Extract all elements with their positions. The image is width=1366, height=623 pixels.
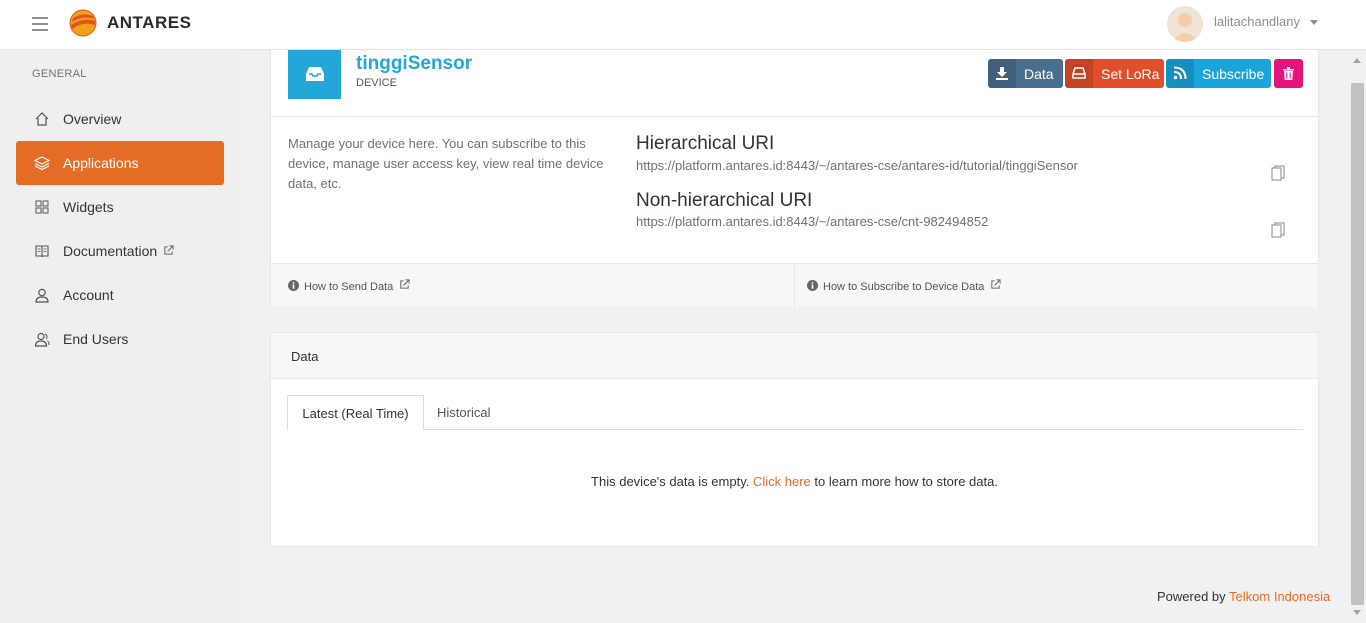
layers-icon	[34, 156, 50, 171]
brand-name[interactable]: ANTARES	[107, 13, 191, 33]
chevron-down-icon[interactable]	[1310, 20, 1318, 25]
info-icon	[807, 280, 818, 291]
delete-button[interactable]	[1274, 59, 1303, 88]
data-card-header: Data	[271, 333, 1318, 379]
tab-latest[interactable]: Latest (Real Time)	[287, 395, 424, 430]
scroll-down-icon[interactable]	[1353, 610, 1361, 615]
device-tile	[288, 50, 341, 99]
data-card-title: Data	[291, 349, 319, 364]
scrollbar-thumb[interactable]	[1351, 83, 1364, 605]
how-to-subscribe-link[interactable]: How to Subscribe to Device Data	[807, 279, 1002, 293]
set-lora-button[interactable]: Set LoRa	[1065, 59, 1164, 88]
external-link-icon	[400, 279, 410, 289]
data-card: Data Latest (Real Time) Historical This …	[270, 332, 1319, 547]
sidebar-item-end-users[interactable]: End Users	[16, 317, 224, 361]
download-icon	[996, 67, 1008, 80]
trash-icon	[1283, 67, 1294, 80]
nonhierarchical-uri-title: Non-hierarchical URI	[636, 190, 813, 211]
sidebar-heading: GENERAL	[32, 68, 87, 80]
book-icon	[35, 245, 49, 258]
copy-icon[interactable]	[1271, 222, 1285, 238]
click-here-link[interactable]: Click here	[753, 474, 811, 489]
top-bar: ANTARES lalitachandlany	[0, 0, 1366, 50]
sidebar-item-overview[interactable]: Overview	[16, 97, 224, 141]
hierarchical-uri-value[interactable]: https://platform.antares.id:8443/~/antar…	[636, 158, 1078, 173]
device-description: Manage your device here. You can subscri…	[288, 136, 604, 191]
sidebar-item-label: Account	[63, 287, 114, 303]
grid-icon	[35, 200, 49, 214]
tab-historical[interactable]: Historical	[437, 395, 517, 430]
username[interactable]: lalitachandlany	[1214, 14, 1300, 29]
telkom-indonesia-link[interactable]: Telkom Indonesia	[1229, 589, 1330, 604]
menu-toggle-icon[interactable]	[32, 17, 48, 31]
device-type-label: DEVICE	[356, 77, 397, 89]
footer: Powered by Telkom Indonesia	[1157, 589, 1331, 604]
antares-logo-icon[interactable]	[69, 9, 97, 37]
copy-icon[interactable]	[1271, 165, 1285, 181]
sidebar-item-applications[interactable]: Applications	[16, 141, 224, 185]
sidebar-item-label: Overview	[63, 111, 122, 127]
sidebar-item-label: End Users	[63, 331, 129, 347]
info-icon	[288, 280, 299, 291]
external-link-icon	[164, 245, 174, 255]
users-icon	[34, 332, 50, 347]
empty-data-message: This device's data is empty. Click here …	[591, 474, 998, 489]
inbox-icon	[306, 67, 324, 81]
nonhierarchical-uri-value[interactable]: https://platform.antares.id:8443/~/antar…	[636, 214, 988, 229]
sidebar-item-label: Documentation	[63, 243, 174, 259]
data-button[interactable]: Data	[988, 59, 1063, 88]
rss-icon	[1173, 66, 1187, 80]
user-icon	[35, 288, 49, 303]
sidebar: GENERAL Overview Applications Widgets Do…	[0, 51, 240, 623]
sidebar-item-account[interactable]: Account	[16, 273, 224, 317]
scroll-up-icon[interactable]	[1353, 58, 1361, 63]
external-link-icon	[991, 279, 1002, 289]
hdd-icon	[1072, 67, 1086, 79]
home-icon	[35, 112, 49, 126]
help-bar: How to Send Data How to Subscribe to Dev…	[271, 263, 1318, 308]
sidebar-item-documentation[interactable]: Documentation	[16, 229, 224, 273]
sidebar-item-label: Applications	[63, 155, 139, 171]
device-name: tinggiSensor	[356, 53, 473, 74]
device-card: tinggiSensor DEVICE Data Set LoRa Subscr…	[270, 30, 1319, 308]
how-to-send-data-link[interactable]: How to Send Data	[288, 279, 410, 293]
sidebar-item-widgets[interactable]: Widgets	[16, 185, 224, 229]
hierarchical-uri-title: Hierarchical URI	[636, 133, 775, 154]
subscribe-button[interactable]: Subscribe	[1166, 59, 1271, 88]
sidebar-item-label: Widgets	[63, 199, 114, 215]
avatar[interactable]	[1167, 6, 1203, 42]
